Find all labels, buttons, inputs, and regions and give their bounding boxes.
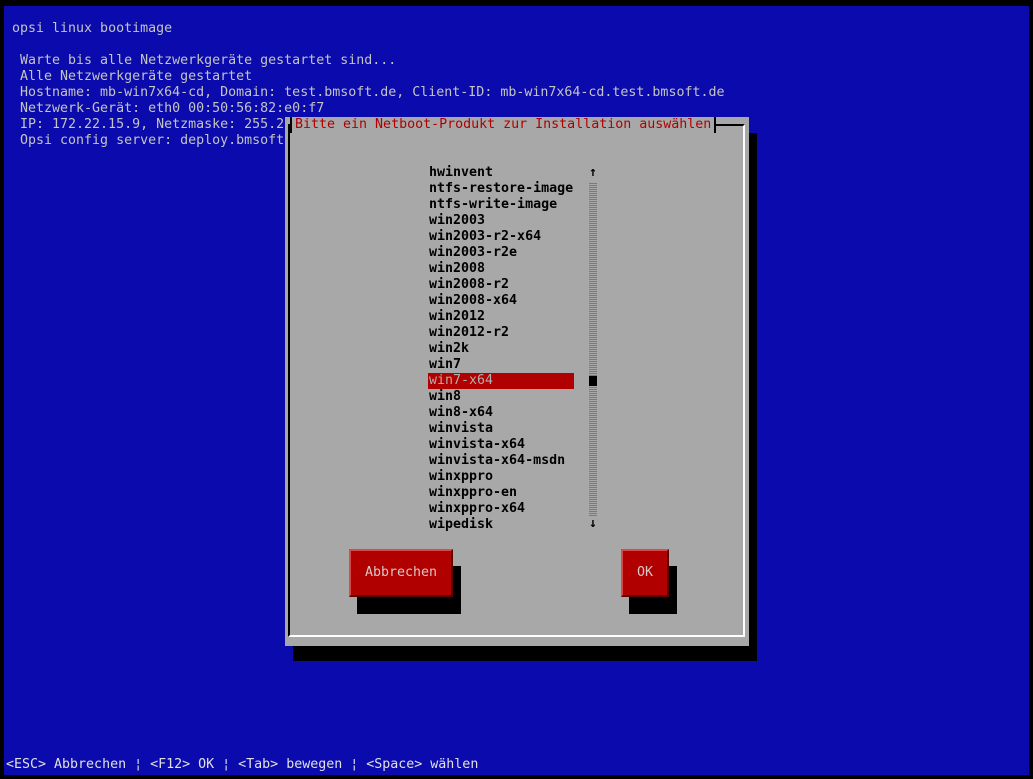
list-item[interactable]: winxppro xyxy=(428,469,574,485)
list-item[interactable]: ntfs-write-image xyxy=(428,197,574,213)
status-line-1: Warte bis alle Netzwerkgeräte gestartet … xyxy=(20,53,397,68)
list-item[interactable]: winvista-x64-msdn xyxy=(428,453,574,469)
list-item-selected[interactable]: win7-x64 xyxy=(428,373,574,389)
ok-button-label: OK xyxy=(636,565,653,580)
list-item[interactable]: win7 xyxy=(428,357,574,373)
list-item[interactable]: win8-x64 xyxy=(428,405,574,421)
status-line-6: Opsi config server: deploy.bmsoft xyxy=(20,133,285,148)
list-item[interactable]: win8 xyxy=(428,389,574,405)
list-item[interactable]: win2003 xyxy=(428,213,574,229)
list-item[interactable]: hwinvent xyxy=(428,165,574,181)
ok-button[interactable]: OK xyxy=(621,549,669,597)
dialog-title: Bitte ein Netboot-Produkt zur Installati… xyxy=(295,117,712,132)
list-item[interactable]: win2k xyxy=(428,341,574,357)
status-line-2: Alle Netzwerkgeräte gestartet xyxy=(20,69,253,84)
list-item[interactable]: winvista-x64 xyxy=(428,437,574,453)
list-item[interactable]: win2008-x64 xyxy=(428,293,574,309)
list-item[interactable]: wipedisk xyxy=(428,517,574,533)
list-item[interactable]: win2008-r2 xyxy=(428,277,574,293)
scroll-down-arrow-icon[interactable]: ↓ xyxy=(588,517,598,531)
screen-title: opsi linux bootimage xyxy=(12,21,173,36)
list-item[interactable]: winxppro-en xyxy=(428,485,574,501)
list-item[interactable]: ntfs-restore-image xyxy=(428,181,574,197)
status-line-4: Netzwerk-Gerät: eth0 00:50:56:82:e0:f7 xyxy=(20,101,325,116)
list-item[interactable]: win2003-r2-x64 xyxy=(428,229,574,245)
list-item[interactable]: win2012 xyxy=(428,309,574,325)
product-list[interactable]: hwinvent ntfs-restore-image ntfs-write-i… xyxy=(428,165,574,533)
dialog-title-bar: Bitte ein Netboot-Produkt zur Installati… xyxy=(290,117,717,133)
cancel-button-label: Abbrechen xyxy=(364,565,438,580)
cancel-button[interactable]: Abbrechen xyxy=(349,549,453,597)
list-item[interactable]: winvista xyxy=(428,421,574,437)
scrollbar-track[interactable] xyxy=(589,182,597,516)
list-item[interactable]: winxppro-x64 xyxy=(428,501,574,517)
scroll-up-arrow-icon[interactable]: ↑ xyxy=(588,166,598,180)
list-item[interactable]: win2012-r2 xyxy=(428,325,574,341)
list-item[interactable]: win2008 xyxy=(428,261,574,277)
status-line-5: IP: 172.22.15.9, Netzmaske: 255.2 xyxy=(20,117,285,132)
scrollbar-thumb[interactable] xyxy=(589,376,597,386)
keyboard-hint-bar: <ESC> Abbrechen ¦ <F12> OK ¦ <Tab> beweg… xyxy=(6,757,479,772)
status-line-3: Hostname: mb-win7x64-cd, Domain: test.bm… xyxy=(20,85,725,100)
list-item[interactable]: win2003-r2e xyxy=(428,245,574,261)
